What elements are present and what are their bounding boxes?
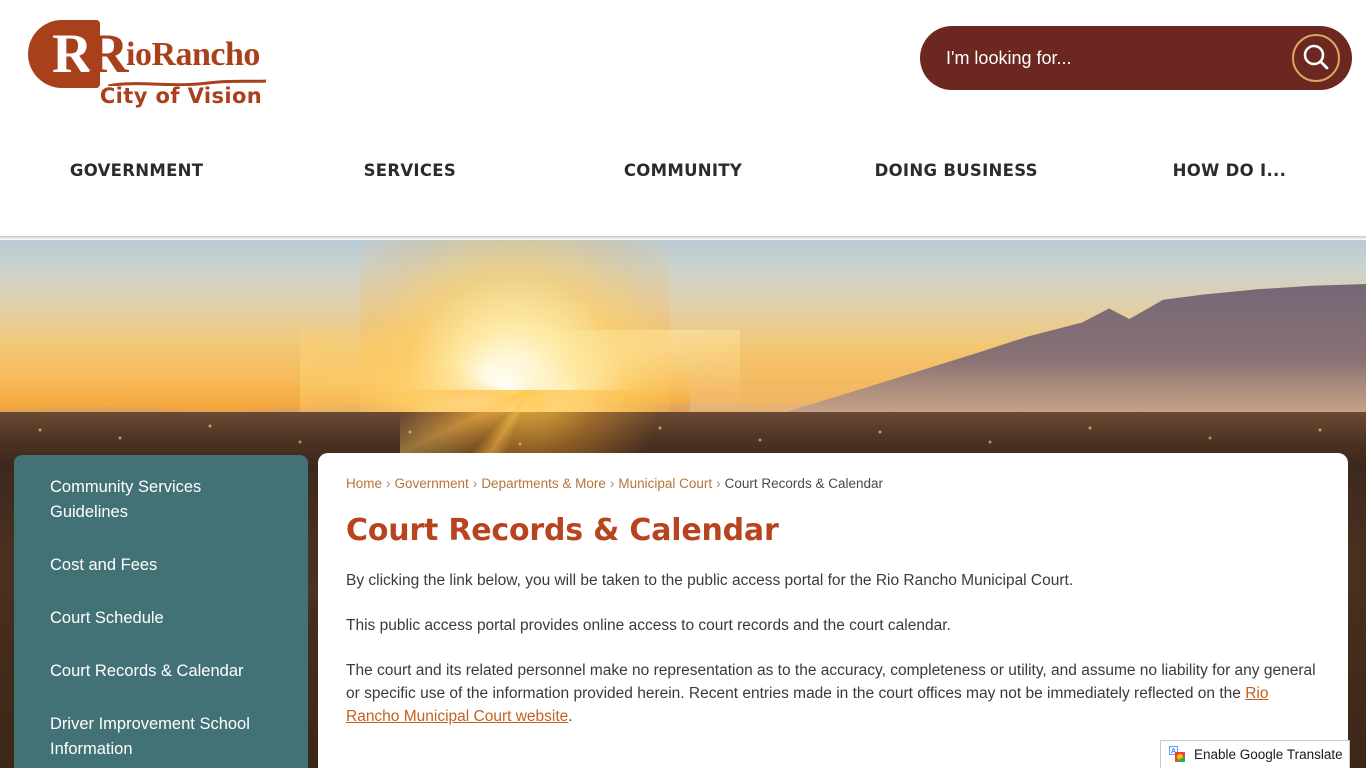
page-title: Court Records & Calendar <box>346 513 779 548</box>
sidebar-item-cost-and-fees[interactable]: Cost and Fees <box>14 553 308 578</box>
search-input[interactable] <box>946 26 1266 90</box>
portal-paragraph: This public access portal provides onlin… <box>346 617 951 634</box>
disclaimer-text-part-1: The court and its related personnel make… <box>346 662 1316 702</box>
breadcrumb: Home › Government › Departments & More › Munic… <box>346 475 1320 493</box>
main-content-card: Home › Government › Departments & More › Munic… <box>318 453 1348 768</box>
sidebar-item-driver-improvement-school-information[interactable]: Driver Improvement School Information <box>14 712 308 762</box>
enable-google-translate-button[interactable]: A Enable Google Translate <box>1160 740 1350 768</box>
secondary-navigation-sidebar: Community Services Guidelines Cost and F… <box>14 455 308 768</box>
breadcrumb-separator: › <box>716 476 721 491</box>
breadcrumb-item-municipal-court[interactable]: Municipal Court <box>618 476 712 491</box>
google-translate-label: Enable Google Translate <box>1194 747 1343 762</box>
main-navigation: GOVERNMENT SERVICES COMMUNITY DOING BUSI… <box>0 160 1366 204</box>
nav-item-how-do-i[interactable]: HOW DO I... <box>1093 160 1366 204</box>
nav-item-government[interactable]: GOVERNMENT <box>0 160 273 204</box>
breadcrumb-separator: › <box>472 476 478 491</box>
nav-item-services[interactable]: SERVICES <box>273 160 546 204</box>
nav-item-doing-business[interactable]: DOING BUSINESS <box>820 160 1093 204</box>
breadcrumb-item-current: Court Records & Calendar <box>724 476 883 491</box>
disclaimer-paragraph: The court and its related personnel make… <box>346 659 1320 728</box>
breadcrumb-item-departments-more[interactable]: Departments & More <box>481 476 606 491</box>
logo-wordmark: ioRancho <box>126 36 260 73</box>
google-translate-icon: A <box>1169 746 1186 763</box>
logo-letter-r-orange: R <box>88 23 128 85</box>
search-button[interactable] <box>1292 34 1340 82</box>
sidebar-item-court-records-and-calendar[interactable]: Court Records & Calendar <box>14 659 308 684</box>
logo-letter-r-white: R <box>52 23 92 85</box>
breadcrumb-item-home[interactable]: Home <box>346 476 382 491</box>
breadcrumb-item-government[interactable]: Government <box>395 476 469 491</box>
page-root: R R ioRancho City of Vision GOVERNMENT S… <box>0 0 1366 768</box>
search-bar <box>920 26 1352 90</box>
hero-city-lights <box>0 416 1366 458</box>
site-header: R R ioRancho City of Vision GOVERNMENT S… <box>0 0 1366 240</box>
logo-tagline: City of Vision <box>99 84 263 108</box>
sidebar-item-court-schedule[interactable]: Court Schedule <box>14 606 308 631</box>
breadcrumb-separator: › <box>609 476 615 491</box>
site-logo[interactable]: R R ioRancho City of Vision <box>22 14 272 108</box>
disclaimer-text-part-2: . <box>568 708 573 725</box>
nav-item-community[interactable]: COMMUNITY <box>546 160 819 204</box>
breadcrumb-separator: › <box>386 476 391 491</box>
search-icon <box>1303 44 1329 70</box>
sidebar-item-community-services-guidelines[interactable]: Community Services Guidelines <box>14 475 308 525</box>
intro-paragraph: By clicking the link below, you will be … <box>346 572 1074 589</box>
